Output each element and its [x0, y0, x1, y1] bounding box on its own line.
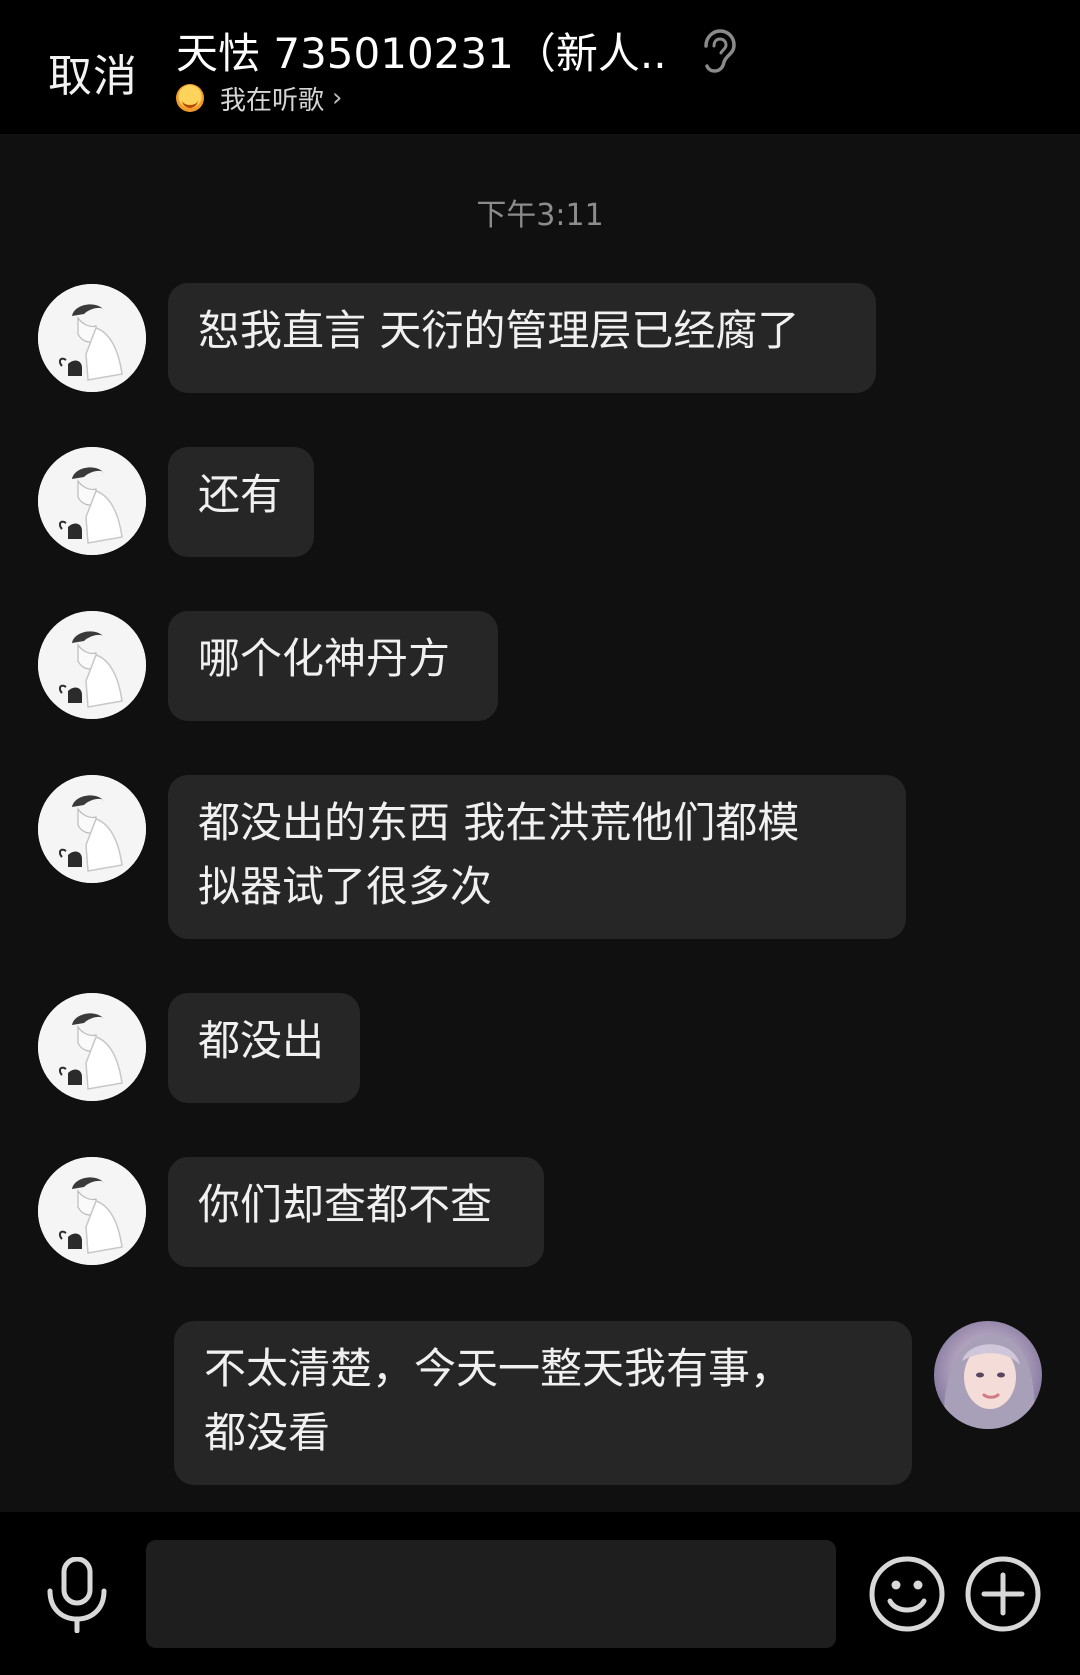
message-bubble[interactable]: 哪个化神丹方 [168, 611, 498, 721]
message-bubble[interactable]: 你们却查都不查 [168, 1157, 544, 1267]
cancel-button[interactable]: 取消 [48, 40, 138, 104]
message-bubble[interactable]: 恕我直言 天衍的管理层已经腐了 [168, 283, 876, 393]
contact-avatar-image [38, 775, 146, 883]
message-text-line: 不太清楚，今天一整天我有事， [204, 1344, 793, 1393]
message-timestamp: 下午3:11 [476, 198, 604, 233]
contact-avatar-image [38, 447, 146, 555]
my-avatar-image [934, 1321, 1042, 1429]
message-bubble[interactable]: 都没出的东西 我在洪荒他们都模 拟器试了很多次 [168, 775, 906, 939]
chat-title[interactable]: 天怯 735010231（新人... [176, 20, 666, 81]
message-text-line: 都没出的东西 我在洪荒他们都模 [198, 798, 800, 847]
chat-header: 取消 天怯 735010231（新人... 我在听歌 › [0, 0, 1080, 134]
message-text: 都没出 [198, 1016, 325, 1065]
contact-avatar-image [38, 611, 146, 719]
contact-avatar[interactable] [38, 611, 146, 719]
contact-avatar-image [38, 284, 146, 392]
my-avatar[interactable] [934, 1321, 1042, 1429]
message-text: 还有 [198, 470, 283, 519]
message-bubble[interactable]: 还有 [168, 447, 314, 557]
emoji-icon[interactable] [868, 1555, 946, 1633]
message-text-line: 拟器试了很多次 [198, 862, 493, 911]
input-bar [0, 1512, 1080, 1675]
contact-avatar-image [38, 1157, 146, 1265]
contact-avatar[interactable] [38, 1157, 146, 1265]
message-input[interactable] [146, 1540, 836, 1648]
message-text: 哪个化神丹方 [198, 634, 451, 683]
message-text-line: 都没看 [204, 1408, 331, 1457]
message-bubble[interactable]: 不太清楚，今天一整天我有事， 都没看 [174, 1321, 912, 1485]
status-text: 我在听歌 [220, 85, 325, 116]
contact-avatar[interactable] [38, 284, 146, 392]
message-text: 你们却查都不查 [198, 1180, 493, 1229]
chevron-right-icon: › [332, 83, 343, 113]
message-bubble[interactable]: 都没出 [168, 993, 360, 1103]
contact-avatar[interactable] [38, 447, 146, 555]
contact-avatar[interactable] [38, 775, 146, 883]
contact-avatar[interactable] [38, 993, 146, 1101]
ear-icon[interactable] [696, 28, 738, 74]
smiling-emoji-icon [176, 84, 204, 112]
listening-status[interactable]: 我在听歌 › [176, 80, 342, 116]
contact-avatar-image [38, 993, 146, 1101]
plus-icon[interactable] [964, 1555, 1042, 1633]
microphone-icon[interactable] [44, 1557, 110, 1633]
message-text: 恕我直言 天衍的管理层已经腐了 [198, 306, 800, 355]
